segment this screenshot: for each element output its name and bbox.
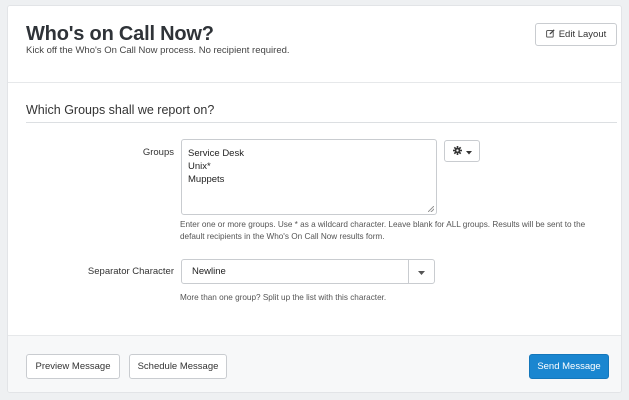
groups-line: Muppets bbox=[188, 174, 225, 185]
edit-layout-label: Edit Layout bbox=[558, 29, 607, 40]
groups-options-dropdown[interactable] bbox=[444, 140, 480, 162]
edit-icon bbox=[545, 28, 555, 41]
groups-line: Service Desk bbox=[188, 148, 244, 159]
form-footer: Preview Message Schedule Message Send Me… bbox=[8, 335, 621, 392]
send-message-button[interactable]: Send Message bbox=[529, 354, 609, 379]
resize-grip-icon[interactable] bbox=[428, 206, 434, 212]
header-divider bbox=[8, 82, 621, 83]
groups-help-line: default recipients in the Who's On Call … bbox=[180, 232, 385, 241]
groups-line: Unix* bbox=[188, 161, 211, 172]
gear-icon bbox=[452, 142, 462, 160]
form-card: Who's on Call Now? Kick off the Who's On… bbox=[7, 5, 622, 393]
select-arrow[interactable] bbox=[408, 260, 434, 283]
groups-help-line: Enter one or more groups. Use * as a wil… bbox=[180, 220, 586, 229]
groups-help-text: Enter one or more groups. Use * as a wil… bbox=[180, 219, 620, 243]
edit-layout-button[interactable]: Edit Layout bbox=[535, 23, 617, 46]
page-subtitle: Kick off the Who's On Call Now process. … bbox=[26, 45, 290, 56]
caret-down-icon bbox=[418, 263, 425, 281]
separator-selected-value: Newline bbox=[192, 266, 226, 277]
section-title: Which Groups shall we report on? bbox=[26, 103, 215, 117]
page-title: Who's on Call Now? bbox=[26, 23, 214, 45]
schedule-message-button[interactable]: Schedule Message bbox=[129, 354, 227, 379]
caret-down-icon bbox=[465, 142, 472, 160]
separator-select[interactable]: Newline bbox=[181, 259, 435, 284]
groups-label: Groups bbox=[142, 147, 174, 158]
section-divider bbox=[26, 122, 617, 123]
preview-message-button[interactable]: Preview Message bbox=[26, 354, 120, 379]
separator-label: Separator Character bbox=[87, 266, 174, 277]
separator-help-text: More than one group? Split up the list w… bbox=[180, 293, 387, 302]
groups-textarea[interactable]: Service Desk Unix* Muppets bbox=[181, 139, 437, 215]
